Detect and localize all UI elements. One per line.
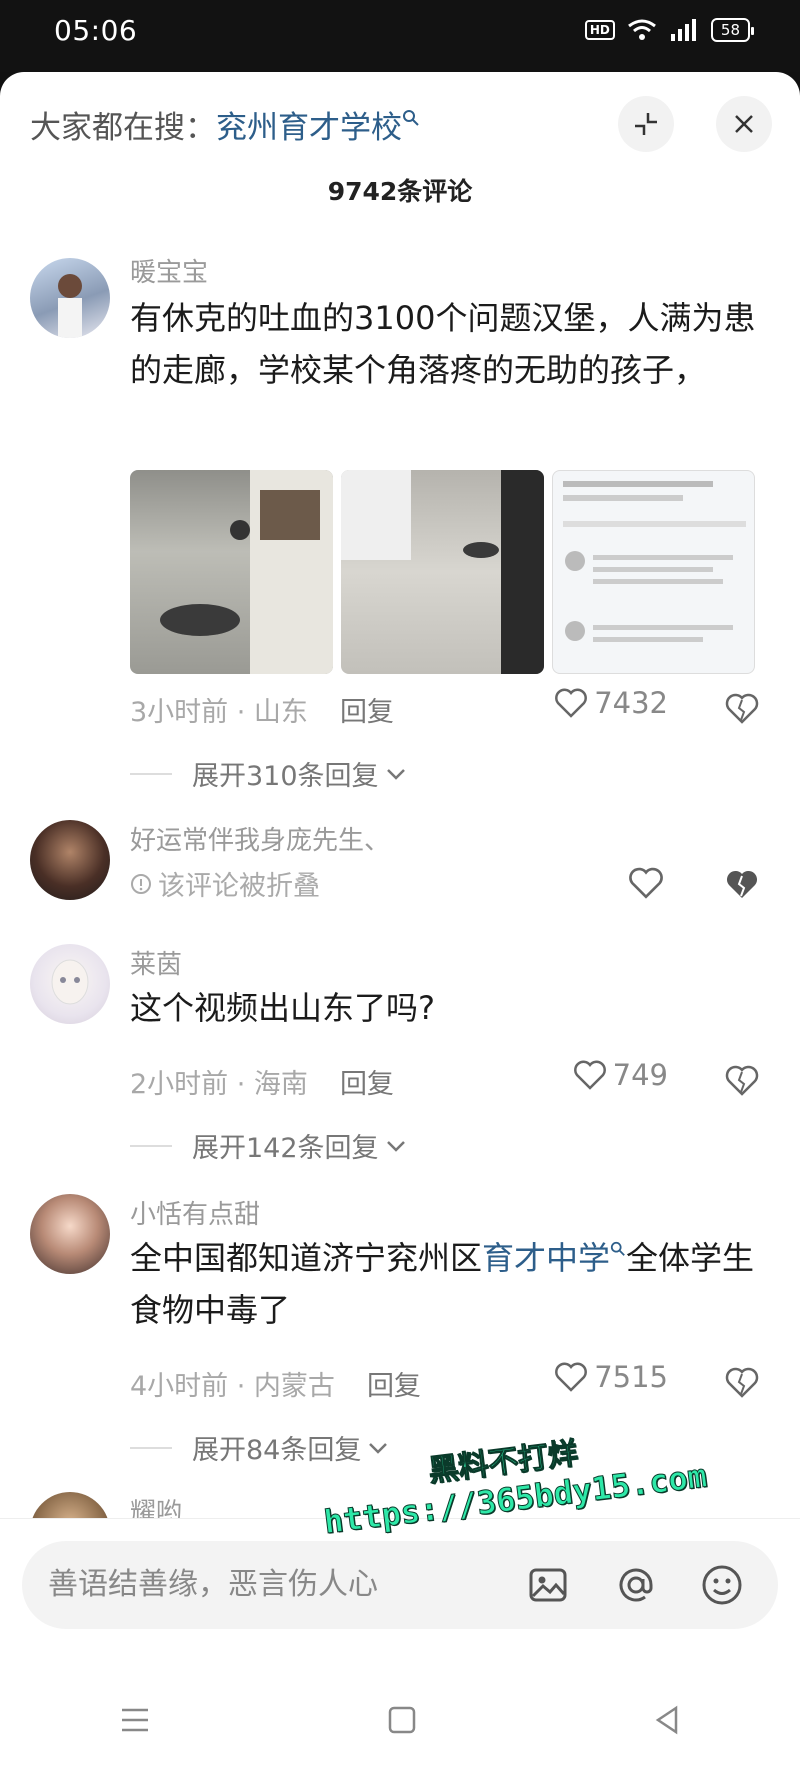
comment-count: 9742条评论 [327, 177, 473, 206]
divider-line [130, 1446, 172, 1449]
avatar[interactable] [30, 1194, 110, 1274]
image-button[interactable] [524, 1561, 572, 1609]
comment-input[interactable] [48, 1561, 518, 1607]
avatar-image [51, 959, 89, 1005]
avatar[interactable] [30, 258, 110, 338]
expand-replies-label: 展开142条回复 [192, 1133, 379, 1164]
avatar-image [58, 274, 82, 338]
like-count: 7432 [594, 686, 668, 720]
menu-icon[interactable] [118, 1705, 152, 1735]
username[interactable]: 小恬有点甜 [130, 1194, 260, 1231]
home-icon[interactable] [387, 1705, 417, 1735]
heart-icon [573, 1060, 606, 1090]
comment-text: 全中国都知道济宁兖州区育才中学 全体学生食物中毒了 [130, 1232, 760, 1336]
like-count: 749 [612, 1058, 668, 1092]
comment-text: 这个视频出山东了吗? [130, 989, 435, 1027]
comment-text-part: 全中国都知道济宁兖州区 [130, 1239, 483, 1277]
expand-replies-label: 展开310条回复 [192, 761, 379, 792]
heart-icon [555, 688, 588, 718]
search-prefix: 大家都在搜： [30, 110, 216, 146]
emoji-button[interactable] [698, 1561, 746, 1609]
comment-text: 有休克的吐血的3100个问题汉堡，人满为患的走廊，学校某个角落疼的无助的孩子， [130, 299, 756, 389]
emoji-icon [702, 1565, 742, 1605]
time-location: 2小时前 · 海南 [130, 1069, 308, 1100]
comment-meta: 4小时前 · 内蒙古 回复 [130, 1364, 421, 1403]
chevron-down-icon [386, 768, 405, 780]
hallway-photo [160, 470, 333, 674]
collapse-icon [635, 113, 657, 135]
wifi-icon [627, 19, 656, 40]
close-button[interactable] [716, 96, 772, 152]
avatar[interactable] [30, 944, 110, 1024]
expand-replies-button[interactable]: 展开310条回复 [130, 754, 407, 793]
chevron-down-icon [386, 1140, 405, 1152]
time-location: 3小时前 · 山东 [130, 697, 308, 728]
like-button[interactable]: 7432 [554, 686, 668, 720]
reply-button[interactable]: 回复 [340, 697, 394, 728]
time-location: 4小时前 · 内蒙古 [130, 1371, 335, 1402]
heart-icon [555, 1362, 588, 1392]
broken-heart-icon[interactable] [724, 690, 760, 726]
close-icon [735, 115, 753, 133]
hallway-photo [341, 470, 544, 674]
status-time: 05:06 [54, 14, 138, 47]
broken-heart-icon[interactable] [724, 1364, 760, 1400]
status-icons: HD 58 [584, 18, 755, 42]
comment-meta: 3小时前 · 山东 回复 [130, 690, 394, 729]
broken-heart-icon[interactable] [724, 1062, 760, 1098]
comment-input-bar [0, 1518, 800, 1770]
broken-heart-icon[interactable] [724, 866, 760, 902]
like-button[interactable]: 749 [573, 1058, 668, 1092]
username[interactable]: 莱茵 [130, 944, 182, 981]
expand-replies-button[interactable]: 展开142条回复 [130, 1126, 407, 1165]
heart-icon[interactable] [628, 866, 664, 900]
collapse-button[interactable] [618, 96, 674, 152]
image-thumbnail[interactable] [130, 470, 333, 674]
screenshot-image [563, 481, 746, 642]
search-suggestion[interactable]: 大家都在搜：兖州育才学校 [30, 102, 420, 147]
divider-line [130, 1144, 172, 1147]
image-thumbnail[interactable] [341, 470, 544, 674]
at-icon [619, 1568, 653, 1602]
status-bar: 05:06 HD 58 [0, 0, 800, 72]
comment-input-container [22, 1541, 778, 1629]
username[interactable]: 暖宝宝 [130, 252, 208, 289]
search-icon [403, 109, 419, 126]
search-term-link[interactable]: 兖州育才学校 [216, 110, 402, 146]
search-term-link[interactable]: 育才中学 [482, 1239, 610, 1277]
image-gallery [130, 470, 755, 674]
system-nav-bar [0, 1670, 800, 1770]
reply-button[interactable]: 回复 [367, 1371, 421, 1402]
username[interactable]: 好运常伴我身庞先生、 [130, 820, 390, 857]
like-button[interactable]: 7515 [554, 1360, 668, 1394]
comment-meta: 2小时前 · 海南 回复 [130, 1062, 394, 1101]
mention-button[interactable] [612, 1561, 660, 1609]
info-icon [131, 873, 151, 894]
folded-notice: 该评论被折叠 [130, 864, 320, 903]
battery-icon: 58 [710, 18, 755, 42]
image-thumbnail[interactable] [552, 470, 755, 674]
folded-text: 该评论被折叠 [158, 871, 320, 902]
divider-line [130, 772, 172, 775]
avatar[interactable] [30, 820, 110, 900]
search-icon [610, 1242, 625, 1257]
back-icon[interactable] [652, 1705, 682, 1735]
signal-icon [670, 19, 696, 41]
reply-button[interactable]: 回复 [340, 1069, 394, 1100]
hd-icon: HD [584, 20, 615, 40]
image-icon [529, 1568, 567, 1602]
like-count: 7515 [594, 1360, 668, 1394]
